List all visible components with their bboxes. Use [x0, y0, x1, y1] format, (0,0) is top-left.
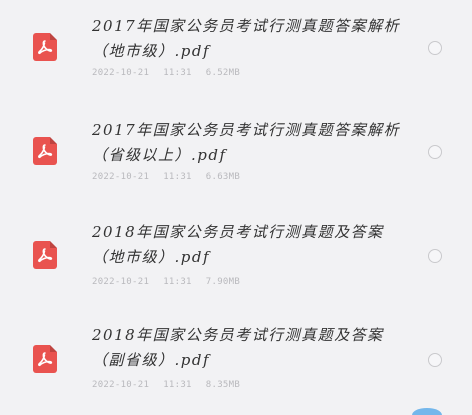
pdf-file-icon — [33, 241, 57, 269]
file-name: 2017年国家公务员考试行测真题答案解析（地市级）.pdf — [92, 17, 401, 60]
file-date: 2022-10-21 — [92, 380, 150, 390]
file-name: 2018年国家公务员考试行测真题及答案（副省级）.pdf — [92, 326, 384, 369]
file-size: 6.63MB — [205, 172, 241, 182]
pdf-file-icon — [33, 137, 57, 165]
file-time: 11:31 — [163, 172, 192, 182]
file-time: 11:31 — [163, 277, 192, 287]
floating-action-button[interactable] — [412, 408, 442, 415]
file-meta: 2022-10-21 11:31 6.52MB — [92, 68, 254, 78]
file-size: 7.90MB — [205, 277, 241, 287]
file-name: 2017年国家公务员考试行测真题答案解析（省级以上）.pdf — [92, 121, 401, 164]
file-meta: 2022-10-21 11:31 7.90MB — [92, 277, 254, 287]
select-radio[interactable] — [428, 145, 442, 159]
file-date: 2022-10-21 — [92, 172, 150, 182]
file-list: 2017年国家公务员考试行测真题答案解析（地市级）.pdf 2022-10-21… — [0, 0, 472, 415]
file-time: 11:31 — [163, 380, 192, 390]
file-meta: 2022-10-21 11:31 6.63MB — [92, 172, 254, 182]
file-row[interactable]: 2018年国家公务员考试行测真题及答案（地市级）.pdf 2022-10-21 1… — [0, 208, 472, 308]
file-size: 6.52MB — [205, 68, 241, 78]
file-meta: 2022-10-21 11:31 8.35MB — [92, 380, 254, 390]
file-date: 2022-10-21 — [92, 277, 150, 287]
pdf-file-icon — [33, 33, 57, 61]
file-time: 11:31 — [163, 68, 192, 78]
file-row[interactable]: 2017年国家公务员考试行测真题答案解析（地市级）.pdf 2022-10-21… — [0, 0, 472, 100]
select-radio[interactable] — [428, 41, 442, 55]
pdf-file-icon — [33, 345, 57, 373]
select-radio[interactable] — [428, 249, 442, 263]
file-size: 8.35MB — [205, 380, 241, 390]
select-radio[interactable] — [428, 353, 442, 367]
file-row[interactable]: 2018年国家公务员考试行测真题及答案（副省级）.pdf 2022-10-21 1… — [0, 312, 472, 412]
file-date: 2022-10-21 — [92, 68, 150, 78]
file-row[interactable]: 2017年国家公务员考试行测真题答案解析（省级以上）.pdf 2022-10-2… — [0, 104, 472, 204]
file-name: 2018年国家公务员考试行测真题及答案（地市级）.pdf — [92, 223, 384, 266]
